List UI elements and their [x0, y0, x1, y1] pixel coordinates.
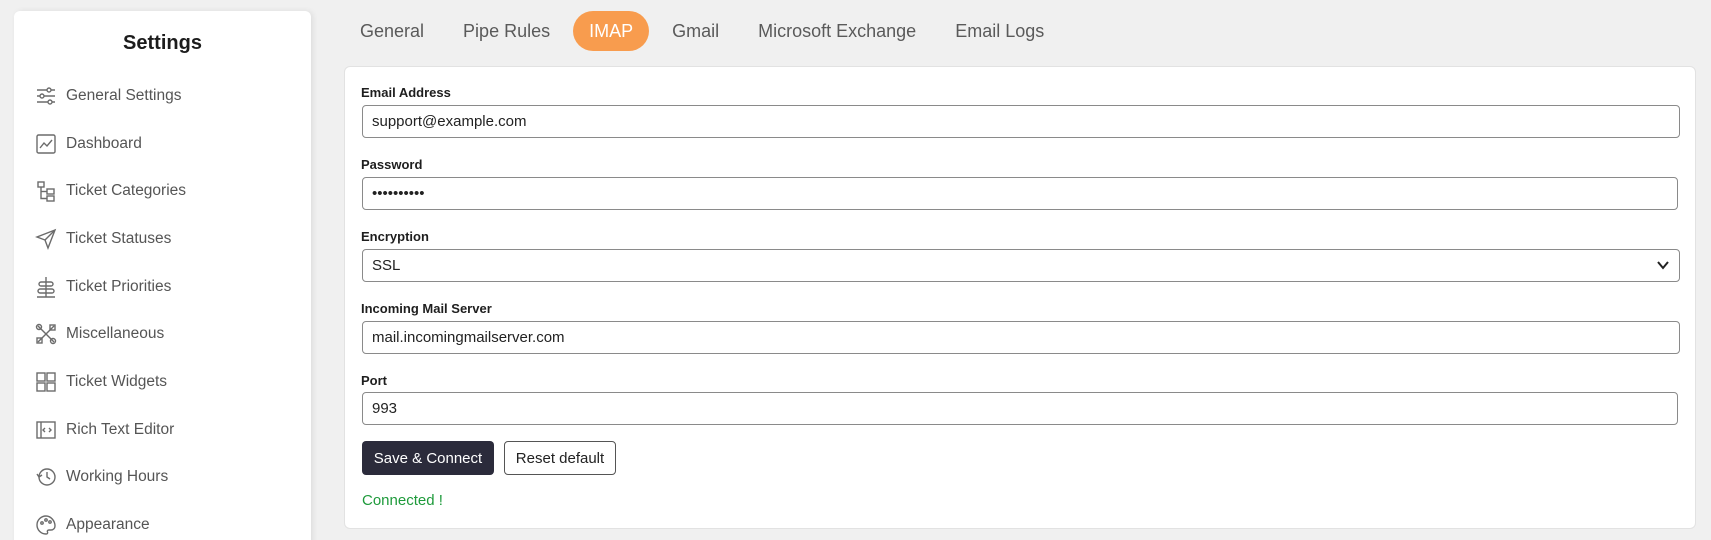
- clock-history-icon: [35, 466, 57, 488]
- password-input[interactable]: [362, 177, 1678, 210]
- email-settings-tabs: General Pipe Rules IMAP Gmail Microsoft …: [344, 10, 1067, 52]
- password-label: Password: [361, 157, 423, 172]
- widgets-icon: [35, 371, 57, 393]
- encryption-select-value[interactable]: SSL: [362, 249, 1680, 282]
- sidebar-item-ticket-widgets[interactable]: Ticket Widgets: [14, 358, 311, 406]
- settings-sidebar: Settings General Settings Dashboard Tick…: [14, 11, 311, 540]
- sidebar-item-label: General Settings: [66, 86, 182, 104]
- sidebar-item-rich-text-editor[interactable]: Rich Text Editor: [14, 406, 311, 454]
- tab-imap[interactable]: IMAP: [573, 11, 650, 51]
- palette-icon: [35, 514, 57, 536]
- chevron-down-icon: [1657, 261, 1669, 270]
- sidebar-item-general-settings[interactable]: General Settings: [14, 72, 311, 120]
- priority-icon: [35, 276, 57, 298]
- email-address-label: Email Address: [361, 85, 451, 100]
- imap-settings-panel: Email Address Password Encryption SSL In…: [344, 66, 1696, 529]
- sidebar-menu: General Settings Dashboard Ticket Catego…: [14, 72, 311, 540]
- sidebar-item-label: Ticket Categories: [66, 182, 187, 200]
- code-editor-icon: [35, 419, 57, 441]
- port-input[interactable]: [362, 392, 1678, 425]
- sliders-icon: [35, 85, 57, 107]
- tab-gmail[interactable]: Gmail: [656, 11, 735, 51]
- sidebar-item-label: Appearance: [66, 516, 150, 534]
- sidebar-item-appearance[interactable]: Appearance: [14, 501, 311, 540]
- send-icon: [35, 228, 57, 250]
- encryption-select[interactable]: SSL: [362, 249, 1680, 282]
- encryption-label: Encryption: [361, 229, 429, 244]
- connection-status: Connected !: [362, 492, 443, 509]
- sidebar-item-label: Miscellaneous: [66, 325, 165, 343]
- sidebar-item-dashboard[interactable]: Dashboard: [14, 120, 311, 168]
- sidebar-item-ticket-priorities[interactable]: Ticket Priorities: [14, 263, 311, 311]
- tools-icon: [35, 323, 57, 345]
- sidebar-item-label: Working Hours: [66, 468, 169, 486]
- email-address-input[interactable]: [362, 105, 1680, 138]
- sidebar-item-label: Ticket Statuses: [66, 229, 172, 247]
- sidebar-item-ticket-statuses[interactable]: Ticket Statuses: [14, 215, 311, 263]
- tab-pipe-rules[interactable]: Pipe Rules: [447, 11, 566, 51]
- port-label: Port: [361, 373, 387, 388]
- hierarchy-icon: [35, 180, 57, 202]
- sidebar-item-working-hours[interactable]: Working Hours: [14, 454, 311, 502]
- tab-general[interactable]: General: [344, 11, 440, 51]
- sidebar-item-label: Rich Text Editor: [66, 420, 175, 438]
- incoming-mail-server-input[interactable]: [362, 321, 1680, 354]
- sidebar-item-label: Ticket Widgets: [66, 372, 168, 390]
- sidebar-item-label: Ticket Priorities: [66, 277, 172, 295]
- sidebar-item-ticket-categories[interactable]: Ticket Categories: [14, 167, 311, 215]
- sidebar-item-miscellaneous[interactable]: Miscellaneous: [14, 310, 311, 358]
- save-connect-button[interactable]: Save & Connect: [362, 441, 494, 475]
- reset-default-button[interactable]: Reset default: [504, 441, 616, 475]
- chart-icon: [35, 133, 57, 155]
- tab-email-logs[interactable]: Email Logs: [939, 11, 1060, 51]
- sidebar-item-label: Dashboard: [66, 134, 142, 152]
- sidebar-title: Settings: [123, 32, 202, 54]
- tab-microsoft-exchange[interactable]: Microsoft Exchange: [742, 11, 932, 51]
- incoming-mail-server-label: Incoming Mail Server: [361, 301, 492, 316]
